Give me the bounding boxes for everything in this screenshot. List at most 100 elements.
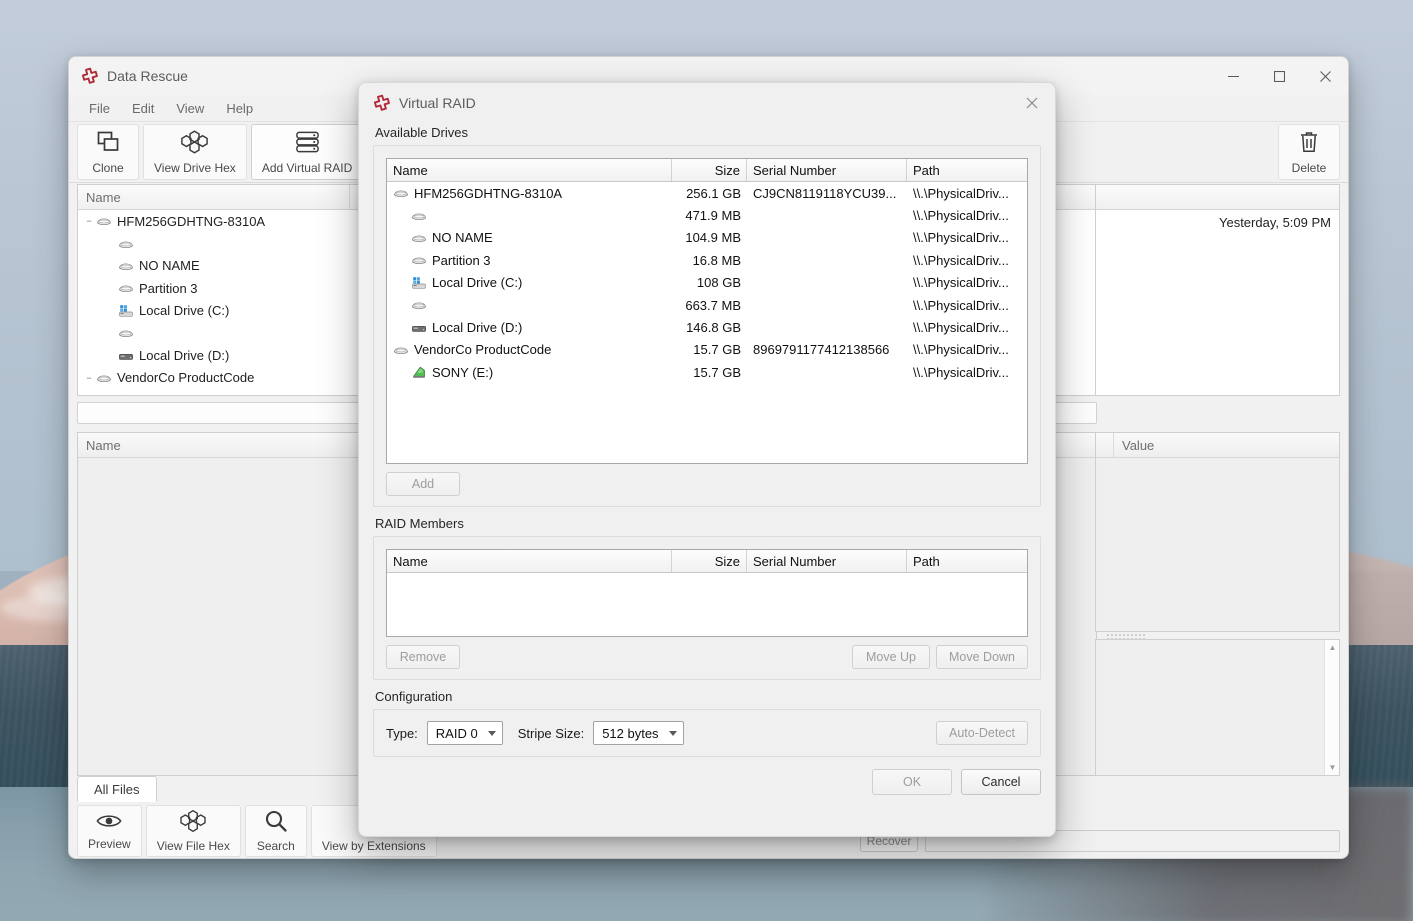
table-row[interactable]: Local Drive (C:) 108 GB \\.\PhysicalDriv..… [387, 272, 1027, 294]
cell-name-text: NO NAME [432, 230, 493, 246]
available-drives-group: Name Size Serial Number Path HFM256GDHTN… [373, 145, 1041, 507]
cell-size: 15.7 GB [693, 364, 741, 380]
cell-name-text: SONY (E:) [432, 364, 494, 380]
disk-icon [411, 297, 427, 313]
column-header-name[interactable]: Name [387, 550, 672, 572]
metadata-panel-header [1096, 185, 1339, 210]
table-row[interactable]: VendorCo ProductCode 15.7 GB 8969791177412… [387, 339, 1027, 361]
cell-path: \\.\PhysicalDriv... [913, 185, 1009, 201]
raid-members-group: Name Size Serial Number Path Remove Move… [373, 536, 1041, 680]
table-row[interactable]: 471.9 MB \\.\PhysicalDriv... [387, 204, 1027, 226]
panel-resize-grip[interactable] [1106, 633, 1146, 639]
disk-icon [118, 325, 134, 341]
table-row[interactable]: Partition 3 16.8 MB \\.\PhysicalDriv... [387, 249, 1027, 271]
table-row[interactable]: HFM256GDHTNG-8310A 256.1 GB CJ9CN8119118YC… [387, 182, 1027, 204]
preview-scrollbar[interactable]: ▲ ▼ [1324, 640, 1339, 775]
tree-row-label: SONY (E:) [139, 393, 200, 395]
chevron-down-icon [487, 730, 496, 736]
cell-path: \\.\PhysicalDriv... [913, 342, 1009, 358]
menu-file[interactable]: File [79, 98, 120, 119]
column-header-size[interactable]: Size [672, 550, 747, 572]
cell-name [387, 208, 672, 224]
disk-icon [118, 280, 134, 296]
cell-path: \\.\PhysicalDriv... [913, 252, 1009, 268]
available-drives-table[interactable]: Name Size Serial Number Path HFM256GDHTN… [386, 158, 1028, 464]
remove-button[interactable]: Remove [386, 645, 460, 669]
tree-collapse-icon[interactable]: − [82, 373, 96, 383]
tree-row-name-cell: NO NAME [78, 258, 350, 274]
disk-icon [393, 342, 409, 358]
hdd-icon [118, 348, 134, 364]
table-row[interactable]: Local Drive (D:) 146.8 GB \\.\PhysicalDriv… [387, 316, 1027, 338]
move-down-button[interactable]: Move Down [936, 645, 1028, 669]
cell-name-text: Local Drive (D:) [432, 320, 523, 336]
column-header-serial[interactable]: Serial Number [747, 159, 907, 181]
tree-row-name-cell: − VendorCo ProductCode [78, 370, 350, 386]
tree-row-name-cell [78, 325, 350, 341]
menu-view[interactable]: View [166, 98, 214, 119]
properties-panel-header: Value [1096, 433, 1339, 458]
metadata-column-header[interactable] [1096, 185, 1339, 209]
ok-button[interactable]: OK [872, 769, 952, 795]
auto-detect-button[interactable]: Auto-Detect [935, 721, 1028, 745]
tree-row-label: HFM256GDHTNG-8310A [117, 213, 266, 229]
column-header-size[interactable]: Size [672, 159, 747, 181]
drive-tree-column-name[interactable]: Name [78, 185, 350, 209]
minimize-icon[interactable] [1210, 57, 1256, 95]
clone-button[interactable]: Clone [77, 124, 139, 180]
menu-edit[interactable]: Edit [122, 98, 164, 119]
cell-serial-number: 8969791177412138566 [753, 342, 890, 358]
tab-all-files[interactable]: All Files [77, 776, 157, 802]
table-row[interactable]: 663.7 MB \\.\PhysicalDriv... [387, 294, 1027, 316]
tree-row-label: Local Drive (C:) [139, 303, 230, 319]
raid-members-table[interactable]: Name Size Serial Number Path [386, 549, 1028, 637]
search-button[interactable]: Search [244, 805, 307, 857]
cell-name [387, 297, 672, 313]
menu-help[interactable]: Help [216, 98, 263, 119]
eye-icon [96, 811, 122, 834]
raid-stack-icon [294, 129, 321, 158]
clone-icon [95, 129, 121, 158]
scroll-up-icon[interactable]: ▲ [1325, 640, 1340, 655]
dialog-titlebar[interactable]: Virtual RAID [359, 83, 1055, 123]
cell-size: 256.1 GB [686, 185, 741, 201]
close-icon[interactable] [1302, 57, 1348, 95]
table-row[interactable]: NO NAME 104.9 MB \\.\PhysicalDriv... [387, 227, 1027, 249]
column-header-name[interactable]: Name [387, 159, 672, 181]
cell-size: 471.9 MB [685, 208, 741, 224]
properties-column-value[interactable]: Value [1114, 433, 1339, 457]
tree-collapse-icon[interactable]: − [82, 216, 96, 226]
raid-type-select[interactable]: RAID 0 [426, 721, 503, 745]
tree-row-name-cell: Local Drive (D:) [78, 348, 350, 364]
column-header-path[interactable]: Path [907, 159, 1027, 181]
search-label: Search [256, 839, 295, 853]
column-header-path[interactable]: Path [907, 550, 1027, 572]
cell-name: SONY (E:) [387, 364, 672, 380]
maximize-icon[interactable] [1256, 57, 1302, 95]
add-button[interactable]: Add [386, 472, 460, 496]
stripe-size-value: 512 bytes [602, 725, 659, 741]
table-row[interactable]: SONY (E:) 15.7 GB \\.\PhysicalDriv... [387, 361, 1027, 383]
dialog-body: Available Drives Name Size Serial Number… [359, 123, 1055, 836]
stripe-size-select[interactable]: 512 bytes [593, 721, 684, 745]
hdd-icon [411, 320, 427, 336]
properties-column-key[interactable] [1096, 433, 1114, 457]
disk-icon [411, 230, 427, 246]
delete-button[interactable]: Delete [1278, 124, 1340, 180]
view-file-hex-button[interactable]: View File Hex [145, 805, 241, 857]
tree-row-name-cell: − HFM256GDHTNG-8310A [78, 213, 350, 229]
cell-path: \\.\PhysicalDriv... [913, 297, 1009, 313]
preview-button[interactable]: Preview [77, 805, 142, 857]
search-icon [264, 809, 288, 836]
scroll-down-icon[interactable]: ▼ [1325, 760, 1340, 775]
move-up-button[interactable]: Move Up [852, 645, 930, 669]
view-drive-hex-button[interactable]: View Drive Hex [143, 124, 247, 180]
windows-drive-icon [411, 275, 427, 291]
hex-grid-icon [180, 809, 206, 836]
column-header-serial[interactable]: Serial Number [747, 550, 907, 572]
tree-row-name-cell: SONY (E:) [78, 392, 350, 395]
cell-name: Local Drive (D:) [387, 320, 672, 336]
add-virtual-raid-button[interactable]: Add Virtual RAID [250, 124, 364, 180]
cancel-button[interactable]: Cancel [961, 769, 1041, 795]
close-icon[interactable] [1009, 83, 1055, 123]
